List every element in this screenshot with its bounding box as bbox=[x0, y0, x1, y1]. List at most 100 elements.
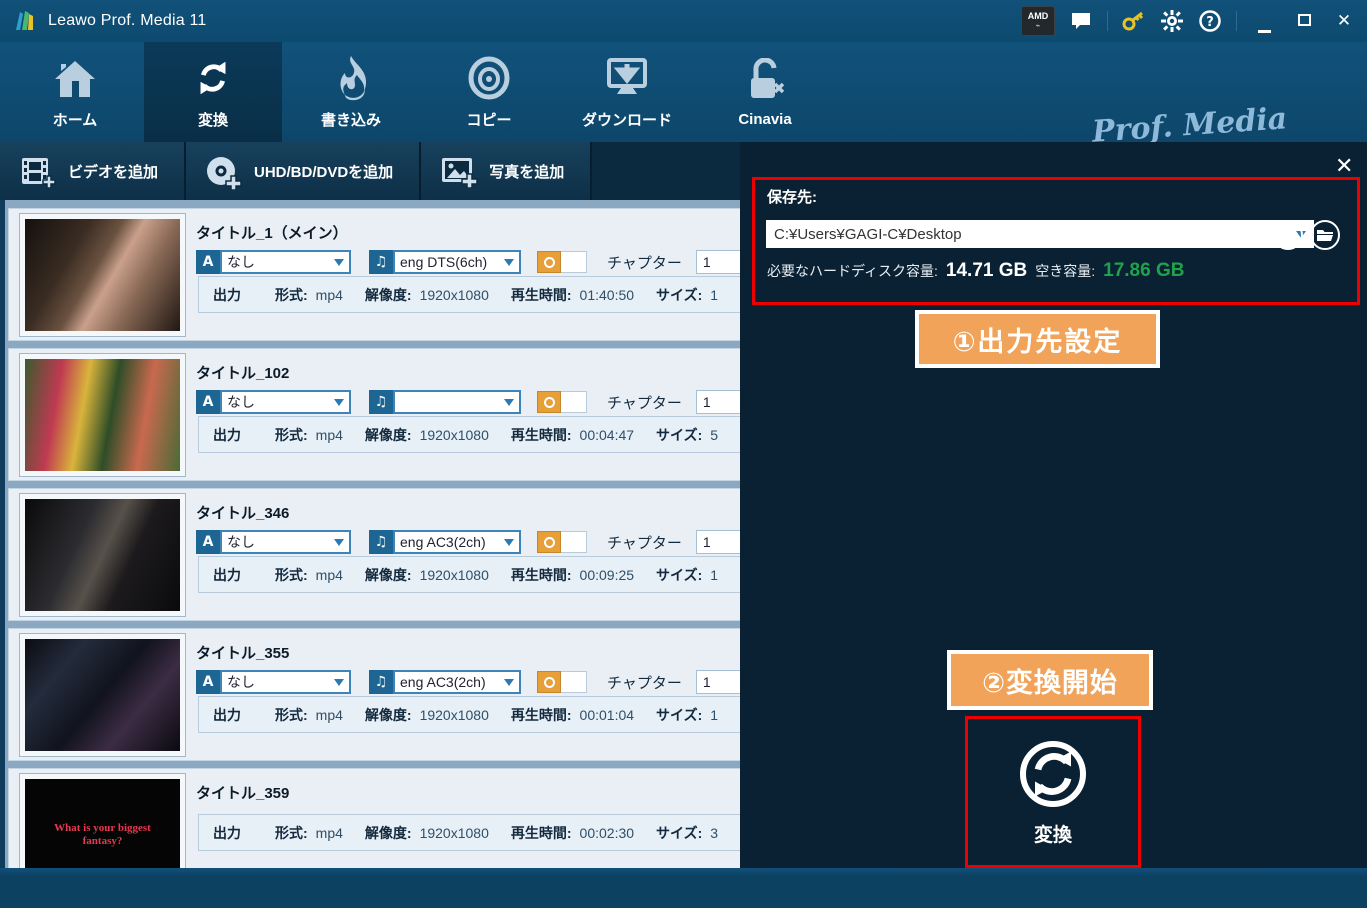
add-disc-button[interactable]: UHD/BD/DVDを追加 bbox=[186, 142, 421, 200]
close-button[interactable]: ✕ bbox=[1331, 11, 1357, 31]
video-thumbnail bbox=[25, 219, 180, 331]
subtitle-toggle-on[interactable] bbox=[537, 531, 561, 553]
duration-value: 00:09:25 bbox=[580, 567, 635, 583]
duration-value: 00:04:47 bbox=[580, 427, 635, 443]
maximize-button[interactable] bbox=[1291, 11, 1317, 31]
duration-value: 00:02:30 bbox=[580, 825, 635, 841]
subtitle-icon: A bbox=[196, 670, 220, 694]
nav-tab-home[interactable]: ホーム bbox=[6, 42, 144, 142]
subtitle-toggle-on[interactable] bbox=[537, 671, 561, 693]
chapter-select[interactable]: 1 bbox=[696, 250, 740, 274]
chevron-down-icon bbox=[334, 679, 344, 686]
subtitle-select[interactable]: なし bbox=[220, 530, 351, 554]
title-row-1[interactable]: タイトル_1（メイン）Aなし♫eng DTS(6ch)チャプター1出力形式:mp… bbox=[8, 208, 740, 341]
subtitle-toggle-off[interactable] bbox=[561, 251, 587, 273]
cinavia-icon bbox=[742, 57, 788, 103]
output-label[interactable]: 出力 bbox=[213, 285, 241, 305]
format-value: mp4 bbox=[316, 707, 343, 723]
resolution-value: 1920x1080 bbox=[420, 567, 489, 583]
step1-output-badge: ①出力先設定 bbox=[915, 310, 1160, 368]
output-info-bar: 出力形式:mp4解像度:1920x1080再生時間:00:09:25サイズ:1 bbox=[198, 556, 740, 593]
subtitle-toggle-on[interactable] bbox=[537, 251, 561, 273]
chevron-down-icon bbox=[504, 539, 514, 546]
minimize-button[interactable] bbox=[1251, 11, 1277, 31]
subtitle-toggle-off[interactable] bbox=[561, 531, 587, 553]
video-thumbnail-frame bbox=[19, 353, 186, 477]
chapter-label: チャプター bbox=[607, 252, 682, 273]
main-nav: ホーム変換書き込みコピーダウンロードCinavia Prof. Media bbox=[0, 42, 1367, 142]
audio-icon: ♫ bbox=[369, 670, 393, 694]
nav-tab-download[interactable]: ダウンロード bbox=[558, 42, 696, 142]
video-thumbnail bbox=[25, 499, 180, 611]
chevron-down-icon bbox=[504, 259, 514, 266]
output-info-bar: 出力形式:mp4解像度:1920x1080再生時間:00:04:47サイズ:5 bbox=[198, 416, 740, 453]
chevron-down-icon bbox=[334, 539, 344, 546]
size-value: 3 bbox=[710, 825, 718, 841]
output-info-bar: 出力形式:mp4解像度:1920x1080再生時間:00:02:30サイズ:3 bbox=[198, 814, 740, 851]
size-value: 5 bbox=[710, 427, 718, 443]
video-title: タイトル_1（メイン） bbox=[196, 222, 348, 243]
convert-button-label: 変換 bbox=[1034, 820, 1072, 847]
free-space-value: 17.86 GB bbox=[1103, 260, 1184, 282]
chapter-select[interactable]: 1 bbox=[696, 390, 740, 414]
add-photo-button[interactable]: 写真を追加 bbox=[421, 142, 592, 200]
destination-dropdown[interactable]: C:¥Users¥GAGI-C¥Desktop bbox=[766, 220, 1314, 248]
audio-select[interactable]: eng DTS(6ch) bbox=[393, 250, 521, 274]
toolbar-button-label: ビデオを追加 bbox=[68, 161, 158, 182]
nav-tab-burn[interactable]: 書き込み bbox=[282, 42, 420, 142]
title-row-3[interactable]: タイトル_346Aなし♫eng AC3(2ch)チャプター1出力形式:mp4解像… bbox=[8, 488, 740, 621]
open-folder-button[interactable] bbox=[1310, 220, 1340, 250]
nav-tab-cinavia[interactable]: Cinavia bbox=[696, 42, 834, 142]
output-label[interactable]: 出力 bbox=[213, 823, 241, 843]
title-row-4[interactable]: タイトル_355Aなし♫eng AC3(2ch)チャプター1出力形式:mp4解像… bbox=[8, 628, 740, 761]
output-label[interactable]: 出力 bbox=[213, 425, 241, 445]
toggle-ring-icon bbox=[544, 397, 555, 408]
add-disc-icon bbox=[206, 156, 240, 186]
home-icon bbox=[52, 55, 98, 101]
gear-icon[interactable] bbox=[1160, 9, 1184, 33]
title-row-2[interactable]: タイトル_102Aなし♫チャプター1出力形式:mp4解像度:1920x1080再… bbox=[8, 348, 740, 481]
subtitle-toggle-off[interactable] bbox=[561, 391, 587, 413]
panel-close-icon[interactable]: ✕ bbox=[1335, 154, 1353, 179]
output-label[interactable]: 出力 bbox=[213, 705, 241, 725]
subtitle-toggle-on[interactable] bbox=[537, 391, 561, 413]
subtitle-select[interactable]: なし bbox=[220, 250, 351, 274]
title-bar: Leawo Prof. Media 11 AMD⌁ bbox=[0, 0, 1367, 42]
output-label[interactable]: 出力 bbox=[213, 565, 241, 585]
size-value: 1 bbox=[710, 567, 718, 583]
nav-tab-label: コピー bbox=[466, 109, 511, 130]
browse-more-button[interactable]: ••• bbox=[1273, 220, 1303, 250]
video-thumbnail-frame bbox=[19, 633, 186, 757]
audio-select[interactable]: eng AC3(2ch) bbox=[393, 670, 521, 694]
audio-select[interactable] bbox=[393, 390, 521, 414]
subtitle-select[interactable]: なし bbox=[220, 670, 351, 694]
chapter-select[interactable]: 1 bbox=[696, 530, 740, 554]
chevron-down-icon bbox=[504, 399, 514, 406]
disk-capacity-line: 必要なハードディスク容量: 14.71 GB 空き容量: 17.86 GB bbox=[767, 260, 1184, 282]
subtitle-toggle-off[interactable] bbox=[561, 671, 587, 693]
audio-select[interactable]: eng AC3(2ch) bbox=[393, 530, 521, 554]
nav-tab-copy[interactable]: コピー bbox=[420, 42, 558, 142]
nav-tab-label: Cinavia bbox=[738, 111, 791, 128]
nav-tab-convert[interactable]: 変換 bbox=[144, 42, 282, 142]
video-title: タイトル_102 bbox=[196, 362, 289, 383]
subtitle-select[interactable]: なし bbox=[220, 390, 351, 414]
title-row-5[interactable]: What is your biggest fantasy?タイトル_359出力形… bbox=[8, 768, 740, 868]
toggle-ring-icon bbox=[544, 537, 555, 548]
amd-radeon-badge[interactable]: AMD⌁ bbox=[1021, 6, 1055, 36]
add-video-button[interactable]: ビデオを追加 bbox=[0, 142, 186, 200]
chat-bubble-icon[interactable] bbox=[1069, 9, 1093, 33]
chevron-down-icon bbox=[504, 679, 514, 686]
video-thumbnail-frame: What is your biggest fantasy? bbox=[19, 773, 186, 868]
subtitle-icon: A bbox=[196, 250, 220, 274]
size-value: 1 bbox=[710, 287, 718, 303]
help-icon[interactable]: ? bbox=[1198, 9, 1222, 33]
chapter-select[interactable]: 1 bbox=[696, 670, 740, 694]
chapter-label: チャプター bbox=[607, 672, 682, 693]
key-icon[interactable] bbox=[1122, 9, 1146, 33]
convert-button[interactable]: 変換 bbox=[968, 719, 1138, 865]
resolution-value: 1920x1080 bbox=[420, 427, 489, 443]
convert-icon bbox=[190, 55, 236, 101]
status-bar bbox=[0, 868, 1367, 908]
destination-path: C:¥Users¥GAGI-C¥Desktop bbox=[774, 226, 962, 243]
